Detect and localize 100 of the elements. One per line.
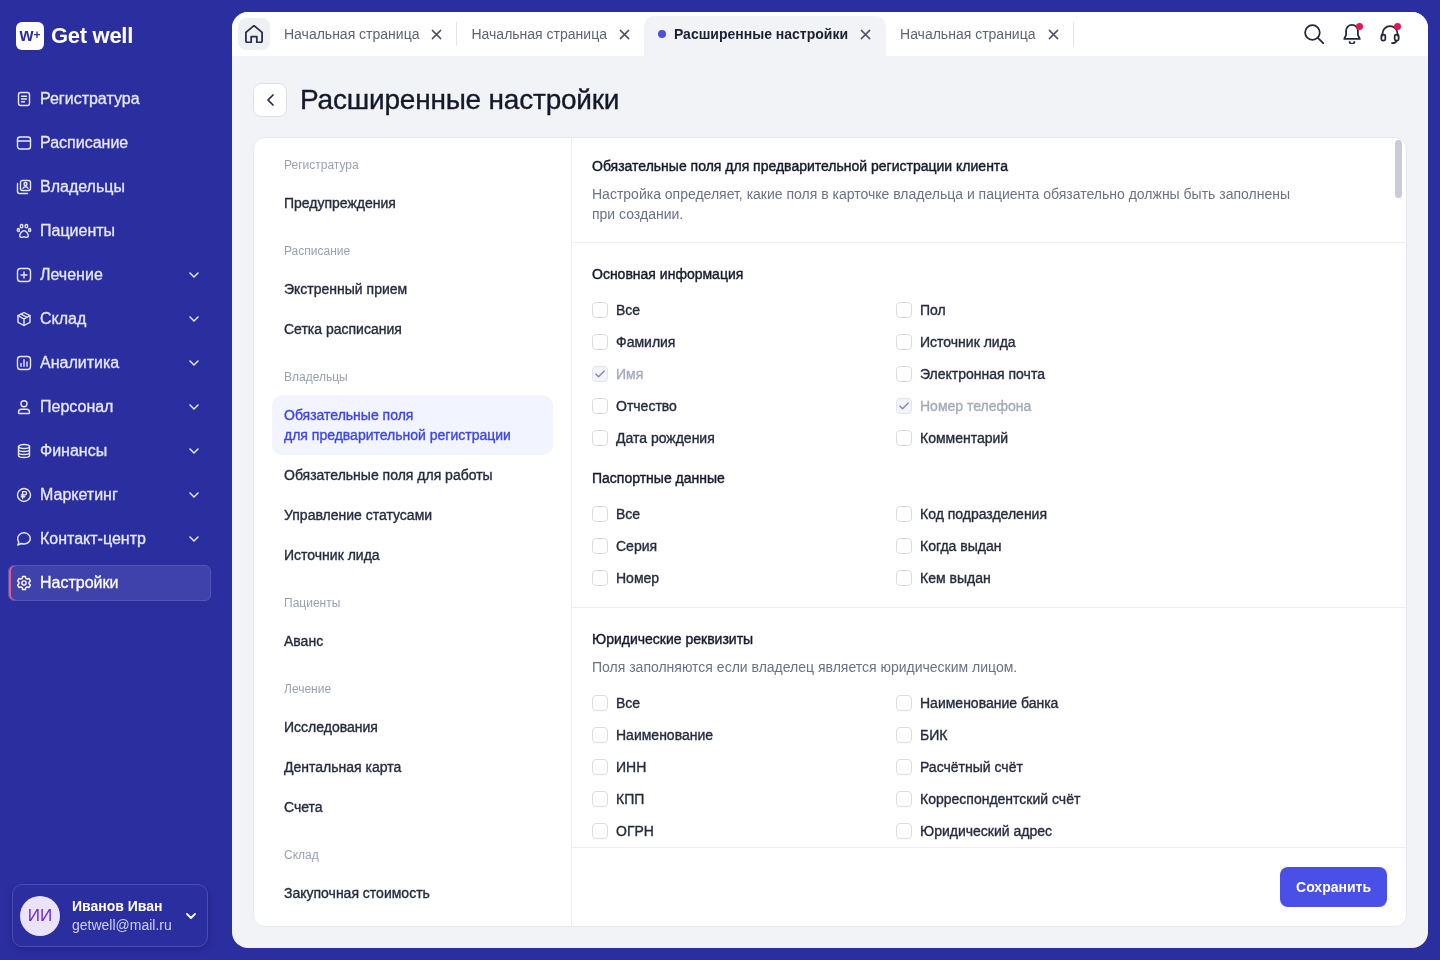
nav-item[interactable]: Настройки: [8, 565, 211, 601]
home-icon: [245, 25, 263, 43]
document-icon: [16, 91, 32, 107]
checkbox-label: Серия: [616, 538, 658, 554]
nav-item[interactable]: Пациенты: [8, 213, 211, 249]
checkbox[interactable]: [592, 823, 608, 839]
section-title: Юридические реквизиты: [592, 630, 755, 649]
back-button[interactable]: [253, 83, 287, 117]
user-email: getwell@mail.ru: [72, 917, 172, 933]
settings-nav-item[interactable]: Обязательные поля для работы: [272, 455, 553, 495]
checkbox-label: КПП: [616, 791, 645, 807]
checkbox-label: Номер: [616, 570, 660, 586]
checkbox[interactable]: [896, 366, 912, 382]
nav-item[interactable]: Маркетинг: [8, 477, 211, 513]
headset-icon[interactable]: [1380, 24, 1400, 44]
nav-item[interactable]: Финансы: [8, 433, 211, 469]
plus-square-icon: [16, 267, 32, 283]
nav-item[interactable]: Персонал: [8, 389, 211, 425]
group-label: Склад: [283, 847, 320, 864]
checkbox-label: Электронная почта: [920, 366, 1045, 382]
nav-item[interactable]: Владельцы: [8, 169, 211, 205]
settings-nav-item[interactable]: Счета: [272, 787, 553, 827]
checkbox-label: Юридический адрес: [920, 823, 1052, 839]
avatar: ИИ: [20, 895, 60, 936]
settings-nav-item[interactable]: Аванс: [272, 621, 553, 661]
nav-item[interactable]: Склад: [8, 301, 211, 337]
checkbox-label: Все: [616, 506, 641, 522]
checkbox[interactable]: [592, 759, 608, 775]
group-label: Владельцы: [283, 369, 349, 386]
check-icon: [899, 402, 909, 410]
page-title: Расширенные настройки: [300, 84, 620, 116]
checkbox[interactable]: [896, 506, 912, 522]
tab[interactable]: Начальная страница: [457, 16, 644, 56]
nav-item[interactable]: Аналитика: [8, 345, 211, 381]
contact-card-icon: [16, 179, 32, 195]
checkbox-label: Дата рождения: [616, 430, 715, 446]
checkbox[interactable]: [896, 538, 912, 554]
close-icon[interactable]: [618, 28, 630, 40]
checkbox-label: Наименование банка: [920, 695, 1059, 711]
checkbox-label: Источник лида: [920, 334, 1016, 350]
settings-nav-item[interactable]: Источник лида: [272, 535, 553, 575]
checkbox-label: БИК: [920, 727, 948, 743]
close-icon[interactable]: [1047, 28, 1059, 40]
checkbox-label: Кем выдан: [920, 570, 991, 586]
panel-description: Настройка определяет, какие поля в карточке владельца и пациента обязательно должны быть заполнены при создании.: [592, 185, 1291, 224]
user-icon: [16, 399, 32, 415]
bell-icon[interactable]: [1342, 24, 1362, 44]
checkbox-label: ОГРН: [616, 823, 654, 839]
checkbox[interactable]: [592, 538, 608, 554]
group-label: Регистратура: [283, 157, 360, 174]
checkbox[interactable]: [592, 695, 608, 711]
scrollbar-thumb[interactable]: [1395, 140, 1402, 198]
home-button[interactable]: [238, 18, 270, 50]
settings-nav-item[interactable]: Управление статусами: [272, 495, 553, 535]
checkbox[interactable]: [896, 570, 912, 586]
checkbox[interactable]: [896, 823, 912, 839]
check-icon: [595, 370, 605, 378]
checkbox[interactable]: [592, 570, 608, 586]
database-icon: [16, 443, 32, 459]
checkbox[interactable]: [592, 430, 608, 446]
checkbox[interactable]: [896, 759, 912, 775]
close-icon[interactable]: [431, 28, 443, 40]
settings-nav-item[interactable]: Сетка расписания: [272, 309, 553, 349]
tab[interactable]: Начальная страница: [270, 16, 457, 56]
settings-nav-item[interactable]: Обязательные поля для предварительной регистрации: [272, 395, 553, 455]
user-card[interactable]: ИИ Иванов Иван getwell@mail.ru: [12, 884, 208, 947]
checkbox[interactable]: [592, 727, 608, 743]
checkbox[interactable]: [896, 695, 912, 711]
checkbox-label: Когда выдан: [920, 538, 1002, 554]
group-label: Лечение: [283, 681, 333, 698]
close-icon[interactable]: [860, 28, 872, 40]
checkbox-label: Все: [616, 695, 641, 711]
checkbox[interactable]: [896, 302, 912, 318]
checkbox-label: ИНН: [616, 759, 647, 775]
settings-nav-item[interactable]: Предупреждения: [272, 183, 553, 223]
search-icon[interactable]: [1304, 24, 1324, 44]
checkbox-label: Комментарий: [920, 430, 1009, 446]
checkbox[interactable]: [592, 398, 608, 414]
checkbox[interactable]: [592, 302, 608, 318]
checkbox[interactable]: [896, 791, 912, 807]
group-label: Расписание: [283, 243, 352, 260]
checkbox[interactable]: [592, 791, 608, 807]
checkbox[interactable]: [592, 334, 608, 350]
checkbox[interactable]: [896, 334, 912, 350]
checkbox[interactable]: [896, 430, 912, 446]
checkbox[interactable]: [592, 506, 608, 522]
settings-nav-item[interactable]: Закупочная стоимость: [272, 873, 553, 913]
checkbox-label: Все: [616, 302, 641, 318]
nav-item[interactable]: Расписание: [8, 125, 211, 161]
settings-nav-item[interactable]: Экстренный прием: [272, 269, 553, 309]
checkbox[interactable]: [896, 727, 912, 743]
settings-nav-item[interactable]: Дентальная карта: [272, 747, 553, 787]
tab[interactable]: Расширенные настройки: [643, 16, 887, 56]
save-button[interactable]: Сохранить: [1280, 867, 1387, 907]
calendar-icon: [16, 135, 32, 151]
tab[interactable]: Начальная страница: [886, 16, 1073, 56]
nav-item[interactable]: Регистратура: [8, 81, 211, 117]
nav-item[interactable]: Контакт-центр: [8, 521, 211, 557]
settings-nav-item[interactable]: Исследования: [272, 707, 553, 747]
nav-item[interactable]: Лечение: [8, 257, 211, 293]
